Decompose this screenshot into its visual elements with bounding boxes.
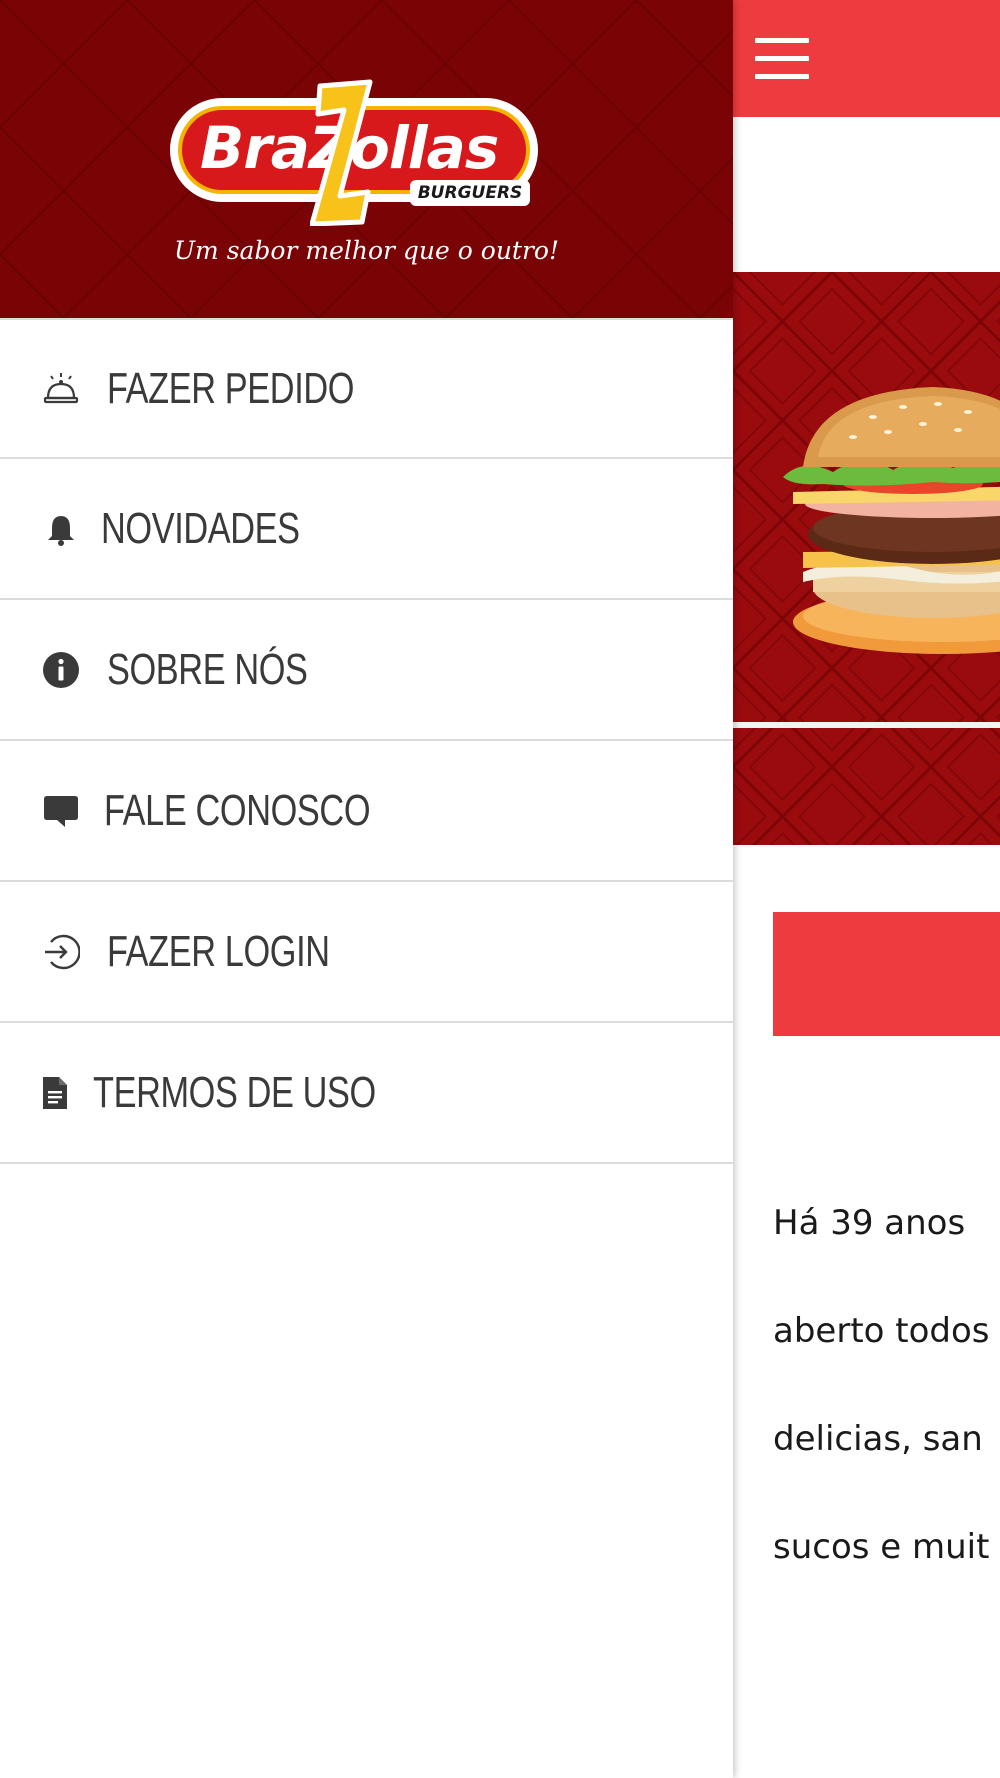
menu-item-fazer-pedido[interactable]: FAZER PEDIDO <box>0 318 733 459</box>
navigation-drawer: BraZollas BURGUERS Um sabor melhor que o… <box>0 0 733 1778</box>
brand-sub: BURGUERS <box>410 180 530 206</box>
menu-item-termos-de-uso[interactable]: TERMOS DE USO <box>0 1023 733 1164</box>
brand-logo: BraZollas BURGUERS <box>170 76 540 226</box>
menu-item-fale-conosco[interactable]: FALE CONOSCO <box>0 741 733 882</box>
document-icon <box>36 1074 74 1112</box>
about-text-line: delicias, san <box>773 1419 983 1459</box>
bell-icon <box>42 510 80 548</box>
menu-item-sobre-nos[interactable]: SOBRE NÓS <box>0 600 733 741</box>
menu-item-label: TERMOS DE USO <box>93 1067 376 1117</box>
about-text: Há 39 anos aberto todos delicias, san su… <box>773 1142 1000 1628</box>
about-text-line: Há 39 anos <box>773 1203 966 1243</box>
logo-z-mark <box>310 79 373 226</box>
brand-tagline: Um sabor melhor que o outro! <box>173 236 560 265</box>
section-title-bar <box>773 912 1000 1036</box>
top-app-bar <box>733 0 1000 117</box>
menu-item-label: FAZER LOGIN <box>107 926 330 976</box>
main-page: Há 39 anos aberto todos delicias, san su… <box>733 0 1000 1778</box>
menu-item-label: FALE CONOSCO <box>104 785 371 835</box>
service-bell-icon <box>42 370 80 408</box>
hamburger-menu-icon[interactable] <box>755 38 809 80</box>
menu-item-fazer-login[interactable]: FAZER LOGIN <box>0 882 733 1023</box>
about-text-line: aberto todos <box>773 1311 990 1351</box>
banner-pattern <box>733 272 1000 845</box>
banner-divider <box>733 722 1000 728</box>
drawer-header: BraZollas BURGUERS Um sabor melhor que o… <box>0 0 733 318</box>
menu-item-label: FAZER PEDIDO <box>107 363 355 413</box>
menu-item-label: NOVIDADES <box>101 503 300 553</box>
hero-banner <box>733 272 1000 845</box>
about-text-line: sucos e muit <box>773 1527 990 1567</box>
menu-item-novidades[interactable]: NOVIDADES <box>0 459 733 600</box>
drawer-menu: FAZER PEDIDO NOVIDADES SOBRE NÓS FALE CO… <box>0 318 733 1164</box>
login-icon <box>42 933 80 971</box>
info-icon <box>42 651 80 689</box>
chat-bubble-icon <box>42 792 80 830</box>
menu-item-label: SOBRE NÓS <box>107 644 308 694</box>
